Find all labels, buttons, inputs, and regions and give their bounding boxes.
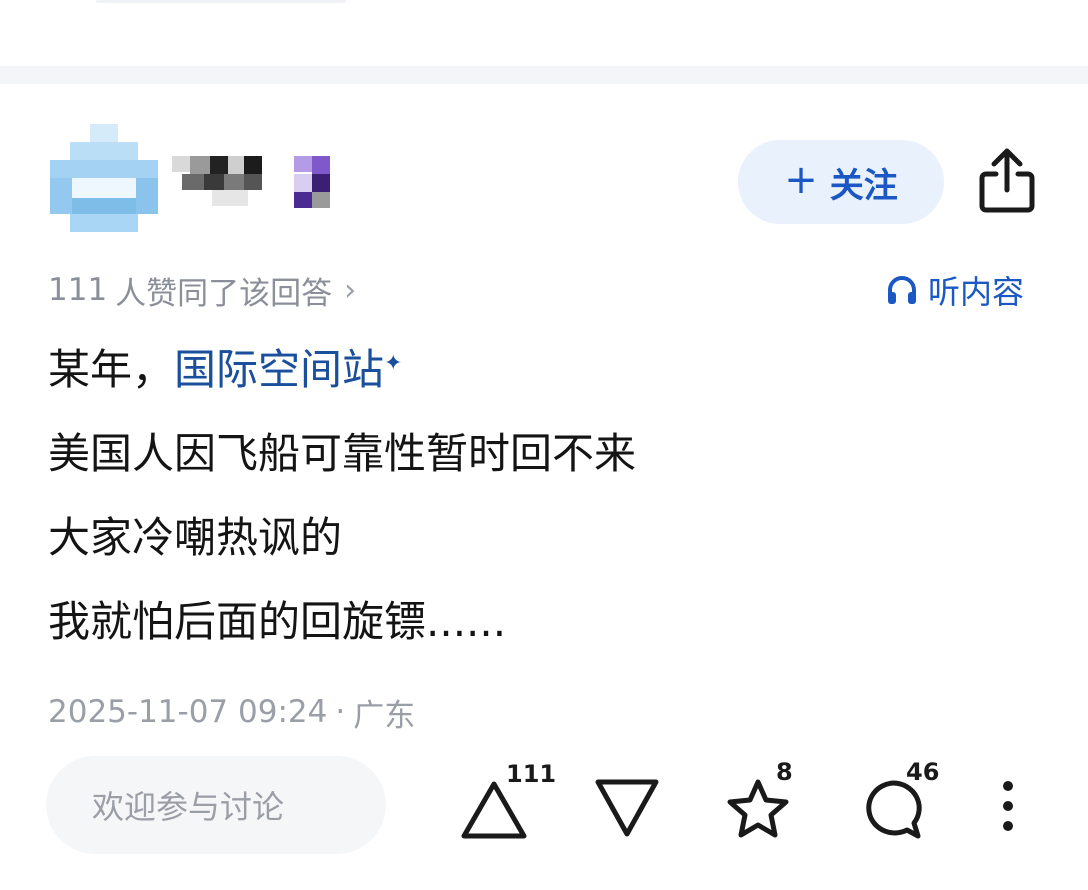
author-badge — [280, 152, 336, 210]
agree-text: 人赞同了该回答 — [115, 275, 333, 312]
follow-button[interactable]: + 关注 — [738, 140, 944, 224]
answer-page: + 关注 111 人赞同了该回答 › 听内容 某年，国际空间站✦ 美国人因飞船可… — [0, 0, 1088, 890]
author-avatar[interactable] — [50, 124, 158, 232]
content-line-1: 某年，国际空间站✦ — [48, 340, 1048, 424]
downvote-triangle-icon — [595, 779, 659, 837]
previous-card-area — [0, 0, 1088, 66]
topic-link-space-station[interactable]: 国际空间站 — [174, 345, 384, 394]
follow-label: 关注 — [829, 165, 898, 206]
meta-separator: · — [335, 694, 346, 730]
listen-button[interactable]: 听内容 — [884, 268, 1024, 312]
agree-count: 111 — [48, 272, 108, 308]
content-line-2: 美国人因飞船可靠性暂时回不来 — [48, 429, 637, 478]
post-location: 广东 — [353, 697, 416, 734]
more-vertical-icon — [1003, 781, 1013, 831]
upvote-count: 111 — [506, 760, 557, 788]
downvote-button[interactable] — [592, 776, 662, 840]
line1-prefix: 某年， — [48, 345, 175, 394]
post-meta: 2025-11-07 09:24 · 广东 — [48, 690, 415, 734]
chevron-right-icon: › — [344, 272, 357, 308]
plus-icon: + — [784, 157, 818, 203]
comment-count: 46 — [906, 758, 940, 786]
agree-summary[interactable]: 111 人赞同了该回答 › — [48, 268, 356, 312]
favorite-button[interactable]: 8 — [724, 758, 804, 842]
comment-button[interactable]: 46 — [860, 758, 950, 842]
sparkle-icon: ✦ — [384, 351, 403, 376]
more-button[interactable] — [994, 778, 1022, 834]
share-button[interactable] — [974, 146, 1040, 216]
comment-placeholder: 欢迎参与讨论 — [92, 788, 285, 826]
answer-content: 某年，国际空间站✦ 美国人因飞船可靠性暂时回不来 大家冷嘲热讽的 我就怕后面的回… — [48, 340, 1048, 676]
previous-card-remnant — [96, 0, 346, 3]
author-name[interactable] — [172, 152, 272, 208]
section-divider — [0, 66, 1088, 84]
post-datetime: 2025-11-07 09:24 — [48, 694, 328, 730]
upvote-button[interactable]: 111 — [460, 760, 560, 842]
content-line-3: 大家冷嘲热讽的 — [48, 513, 343, 562]
headphones-icon — [888, 276, 916, 304]
listen-label: 听内容 — [928, 273, 1025, 311]
share-icon — [979, 148, 1035, 213]
content-line-4: 我就怕后面的回旋镖...... — [48, 597, 507, 646]
favorite-count: 8 — [776, 758, 793, 786]
comment-input[interactable]: 欢迎参与讨论 — [46, 756, 386, 854]
